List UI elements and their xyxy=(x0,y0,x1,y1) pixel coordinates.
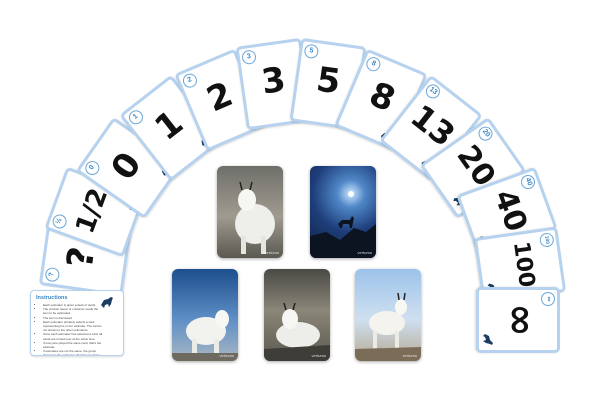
goat-photo-image xyxy=(172,310,238,361)
planning-poker-photo-card[interactable]: PLANNING POKER vertumo xyxy=(172,269,238,361)
card-brand: vertumo xyxy=(264,250,279,255)
card-corner-value: 100 xyxy=(538,232,555,248)
card-brand: vertumo xyxy=(219,353,234,358)
instruction-item: Once each estimator has selected a card,… xyxy=(43,332,103,340)
card-title: PLANNING POKER xyxy=(217,166,219,250)
goat-photo-image xyxy=(235,181,275,254)
instruction-item: If everyone played the same card, that's… xyxy=(43,341,103,349)
instructions-list: Each estimator is given a deck of cards.… xyxy=(37,303,103,355)
instruction-item: Each estimator privately selects a card … xyxy=(43,320,103,333)
instructions-title: Instructions xyxy=(36,295,68,301)
card-brand: vertumo xyxy=(402,353,417,358)
planning-poker-photo-card[interactable]: PLANNING POKER vertumo xyxy=(217,166,283,258)
card-title: PLANNING POKER xyxy=(355,269,357,353)
estimate-card[interactable]: ∞ ∞ xyxy=(476,287,560,353)
planning-poker-photo-card[interactable]: PLANNING POKER vertumo xyxy=(310,166,376,258)
card-title: PLANNING POKER xyxy=(172,269,174,353)
instruction-item: The product owner or customer reads the … xyxy=(43,307,103,315)
goat-photo-image xyxy=(355,292,421,361)
goat-photo-image xyxy=(264,302,330,361)
instructions-card: Instructions Each estimator is given a d… xyxy=(30,290,124,356)
card-title: PLANNING POKER xyxy=(264,269,266,353)
card-title: PLANNING POKER xyxy=(310,166,312,250)
planning-poker-photo-card[interactable]: PLANNING POKER vertumo xyxy=(355,269,421,361)
card-brand: vertumo xyxy=(357,250,372,255)
goat-photo-image xyxy=(310,191,376,258)
instruction-item: If estimates are not the same, the group… xyxy=(43,349,103,355)
card-brand: vertumo xyxy=(311,353,326,358)
card-value: ∞ xyxy=(498,303,544,337)
goat-icon xyxy=(483,334,493,345)
planning-poker-photo-card[interactable]: PLANNING POKER vertumo xyxy=(264,269,330,361)
